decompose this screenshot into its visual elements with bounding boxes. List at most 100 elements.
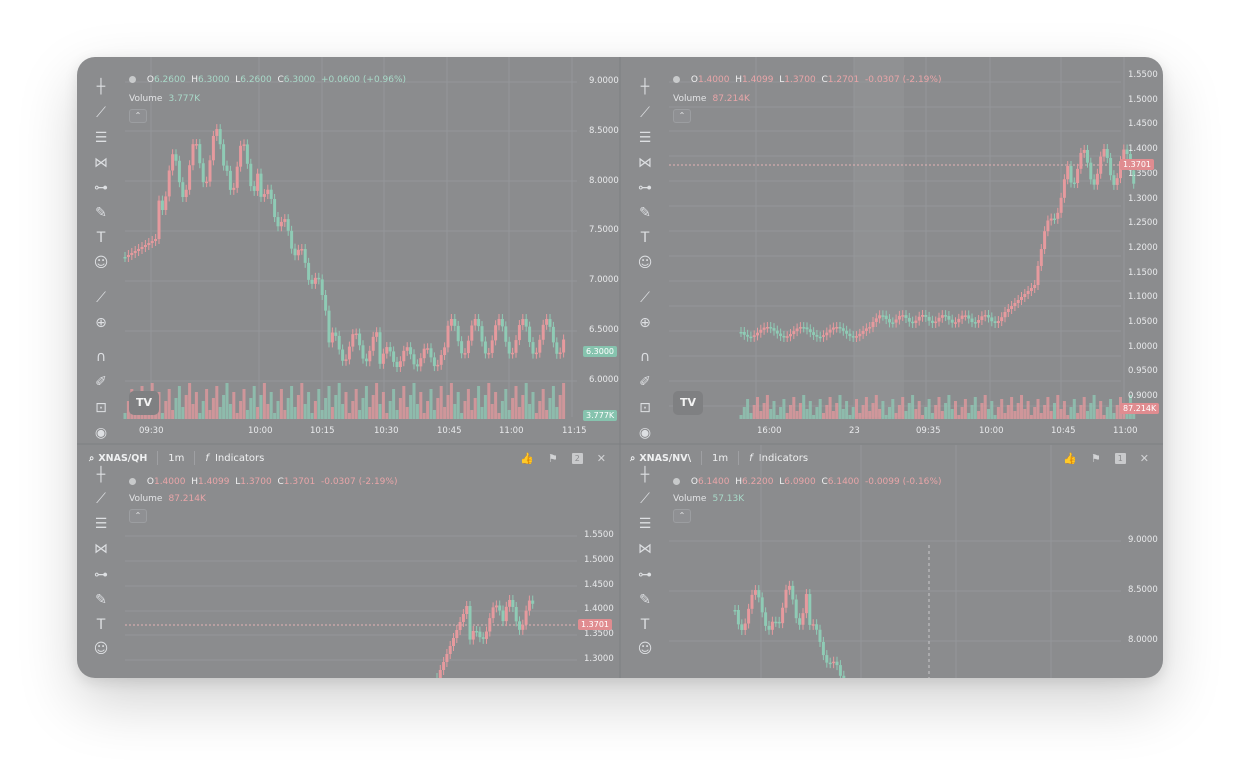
text-icon[interactable]: T — [91, 228, 111, 248]
chart-canvas[interactable] — [77, 57, 620, 444]
volume-bar — [1095, 409, 1099, 419]
pattern-icon[interactable]: ⋈ — [635, 153, 655, 173]
fib-lines-icon[interactable]: ☰ — [91, 514, 111, 534]
candle-body — [930, 320, 934, 323]
magnet-icon[interactable]: ∩ — [635, 347, 655, 367]
text-icon[interactable]: T — [635, 615, 655, 635]
candle-body — [835, 661, 839, 666]
lock-icon[interactable]: ⊡ — [635, 398, 655, 418]
crosshair-icon[interactable]: ┼ — [635, 465, 655, 485]
volume-bar — [548, 398, 552, 419]
candle-body — [232, 187, 236, 190]
candle-body — [147, 243, 151, 245]
volume-bar — [320, 410, 324, 419]
candle-body — [517, 325, 521, 341]
volume-label: Volume — [129, 494, 163, 504]
projection-icon[interactable]: ⊶ — [91, 565, 111, 585]
crosshair-icon[interactable]: ┼ — [635, 77, 655, 97]
volume-legend: Volume 57.13K — [673, 494, 744, 504]
emoji-icon[interactable]: ☺ — [635, 253, 655, 273]
chart-canvas[interactable] — [621, 57, 1163, 444]
candle-body — [1109, 157, 1113, 176]
collapse-legend-button[interactable]: ⌃ — [129, 109, 147, 123]
lock-drawing-icon[interactable]: ✐ — [91, 372, 111, 392]
pattern-icon[interactable]: ⋈ — [635, 539, 655, 559]
volume-bar — [378, 404, 382, 419]
eye-icon[interactable]: ◉ — [635, 423, 655, 443]
candle-body — [894, 319, 898, 323]
candle-body — [480, 326, 484, 342]
price-tick-label: 8.0000 — [589, 175, 619, 186]
lock-icon[interactable]: ⊡ — [91, 398, 111, 418]
volume-bar — [439, 386, 443, 419]
trend-line-icon[interactable]: ⟋ — [91, 489, 111, 509]
chart-pane-bottom-left[interactable]: ⌕ XNAS/QH 1m f Indicators 👍 ⚑ 2 ✕ ┼ ⟋ ☰ ⋈ … — [77, 445, 620, 678]
volume-bar — [385, 413, 389, 419]
volume-bar — [825, 405, 829, 419]
volume-bar — [164, 401, 168, 419]
emoji-icon[interactable]: ☺ — [91, 253, 111, 273]
magnet-icon[interactable]: ∩ — [91, 347, 111, 367]
fib-lines-icon[interactable]: ☰ — [635, 128, 655, 148]
chart-pane-top-right[interactable]: ┼ ⟋ ☰ ⋈ ⊶ ✎ T ☺ ⟋ ⊕ ∩ ✐ ⊡ ◉ O1.4000 H1.4… — [621, 57, 1163, 444]
brush-icon[interactable]: ✎ — [635, 203, 655, 223]
brush-icon[interactable]: ✎ — [91, 203, 111, 223]
candle-body — [950, 319, 954, 323]
pattern-icon[interactable]: ⋈ — [91, 539, 111, 559]
chart-pane-bottom-right[interactable]: ⌕ XNAS/NV\ 1m f Indicators 👍 ⚑ 1 ✕ ┼ ⟋ ☰ ⋈… — [621, 445, 1163, 678]
candle-body — [511, 600, 515, 608]
candle-body — [541, 324, 545, 340]
volume-bar — [351, 401, 355, 419]
lock-drawing-icon[interactable]: ✐ — [635, 372, 655, 392]
emoji-icon[interactable]: ☺ — [91, 639, 111, 659]
candle-body — [150, 241, 154, 243]
text-icon[interactable]: T — [91, 615, 111, 635]
trend-line-icon[interactable]: ⟋ — [91, 103, 111, 123]
fib-lines-icon[interactable]: ☰ — [635, 514, 655, 534]
collapse-legend-button[interactable]: ⌃ — [129, 509, 147, 523]
volume-bar — [782, 399, 786, 419]
zoom-in-icon[interactable]: ⊕ — [91, 313, 111, 333]
crosshair-icon[interactable]: ┼ — [91, 465, 111, 485]
candle-body — [443, 347, 447, 356]
crosshair-icon[interactable]: ┼ — [91, 77, 111, 97]
eye-icon[interactable]: ◉ — [91, 423, 111, 443]
trend-line-icon[interactable]: ⟋ — [635, 103, 655, 123]
projection-icon[interactable]: ⊶ — [91, 178, 111, 198]
chart-pane-top-left[interactable]: ┼ ⟋ ☰ ⋈ ⊶ ✎ T ☺ ⟋ ⊕ ∩ ✐ ⊡ ◉ O6.2600 H6.3… — [77, 57, 620, 444]
projection-icon[interactable]: ⊶ — [635, 565, 655, 585]
ruler-icon[interactable]: ⟋ — [91, 288, 111, 308]
candle-body — [1066, 166, 1070, 180]
price-tick-label: 7.0000 — [589, 275, 619, 286]
candle-body — [795, 328, 799, 332]
ruler-icon[interactable]: ⟋ — [635, 288, 655, 308]
collapse-legend-button[interactable]: ⌃ — [673, 509, 691, 523]
brush-icon[interactable]: ✎ — [635, 590, 655, 610]
collapse-legend-button[interactable]: ⌃ — [673, 109, 691, 123]
text-icon[interactable]: T — [635, 228, 655, 248]
time-tick-label: 23 — [849, 426, 860, 436]
candle-body — [307, 262, 311, 280]
emoji-icon[interactable]: ☺ — [635, 639, 655, 659]
volume-bar — [198, 413, 202, 419]
candle-body — [1082, 149, 1086, 153]
candle-body — [485, 631, 488, 639]
candle-body — [455, 630, 459, 638]
projection-icon[interactable]: ⊶ — [635, 178, 655, 198]
volume-value: 87.214K — [712, 94, 750, 104]
volume-bar — [940, 411, 944, 419]
candle-body — [327, 310, 331, 343]
volume-bar — [371, 395, 375, 419]
fib-lines-icon[interactable]: ☰ — [91, 128, 111, 148]
trend-line-icon[interactable]: ⟋ — [635, 489, 655, 509]
close-value: 1.3701 — [283, 477, 316, 487]
volume-bar — [392, 389, 396, 419]
volume-value: 3.777K — [168, 94, 201, 104]
volume-bar — [205, 389, 209, 419]
drawing-toolbar: ┼ ⟋ ☰ ⋈ ⊶ ✎ T ☺ — [77, 467, 125, 678]
volume-bar — [930, 413, 934, 419]
pattern-icon[interactable]: ⋈ — [91, 153, 111, 173]
brush-icon[interactable]: ✎ — [91, 590, 111, 610]
zoom-in-icon[interactable]: ⊕ — [635, 313, 655, 333]
volume-bar — [891, 399, 895, 419]
